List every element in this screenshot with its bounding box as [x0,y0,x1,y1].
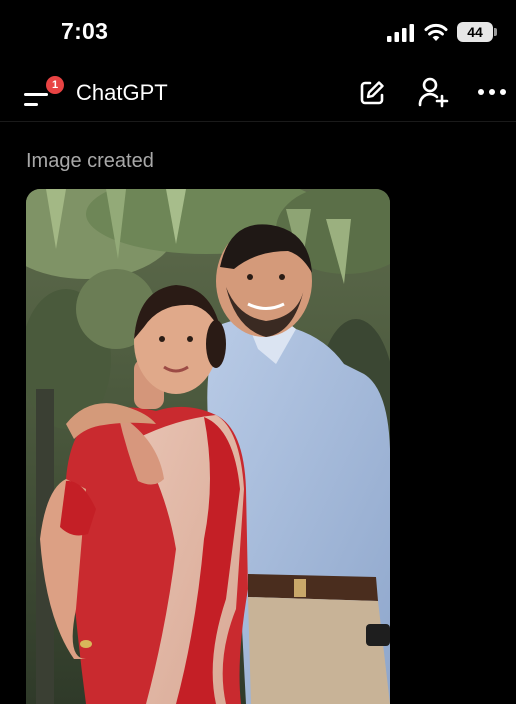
chat-screen: 7:03 44 1 ChatGPT Image created [0,0,516,704]
image-caption: Image created [26,150,154,172]
app-bar-divider [0,121,516,122]
status-bar: 7:03 44 [0,0,516,64]
signal-icon [387,24,414,42]
menu-button[interactable]: 1 [18,76,64,110]
new-chat-icon[interactable] [357,78,387,108]
app-bar: 1 ChatGPT [0,64,516,120]
more-icon[interactable] [476,78,508,106]
menu-icon [24,93,48,106]
battery-nub [494,28,497,36]
photo-illustration [26,189,390,704]
notification-badge: 1 [46,76,64,94]
wifi-icon [424,23,448,41]
app-title[interactable]: ChatGPT [76,80,168,106]
battery-icon: 44 [457,22,493,42]
generated-image[interactable] [26,189,390,704]
status-time: 7:03 [61,18,109,44]
add-user-icon[interactable] [417,76,449,108]
battery-level: 44 [467,24,483,40]
